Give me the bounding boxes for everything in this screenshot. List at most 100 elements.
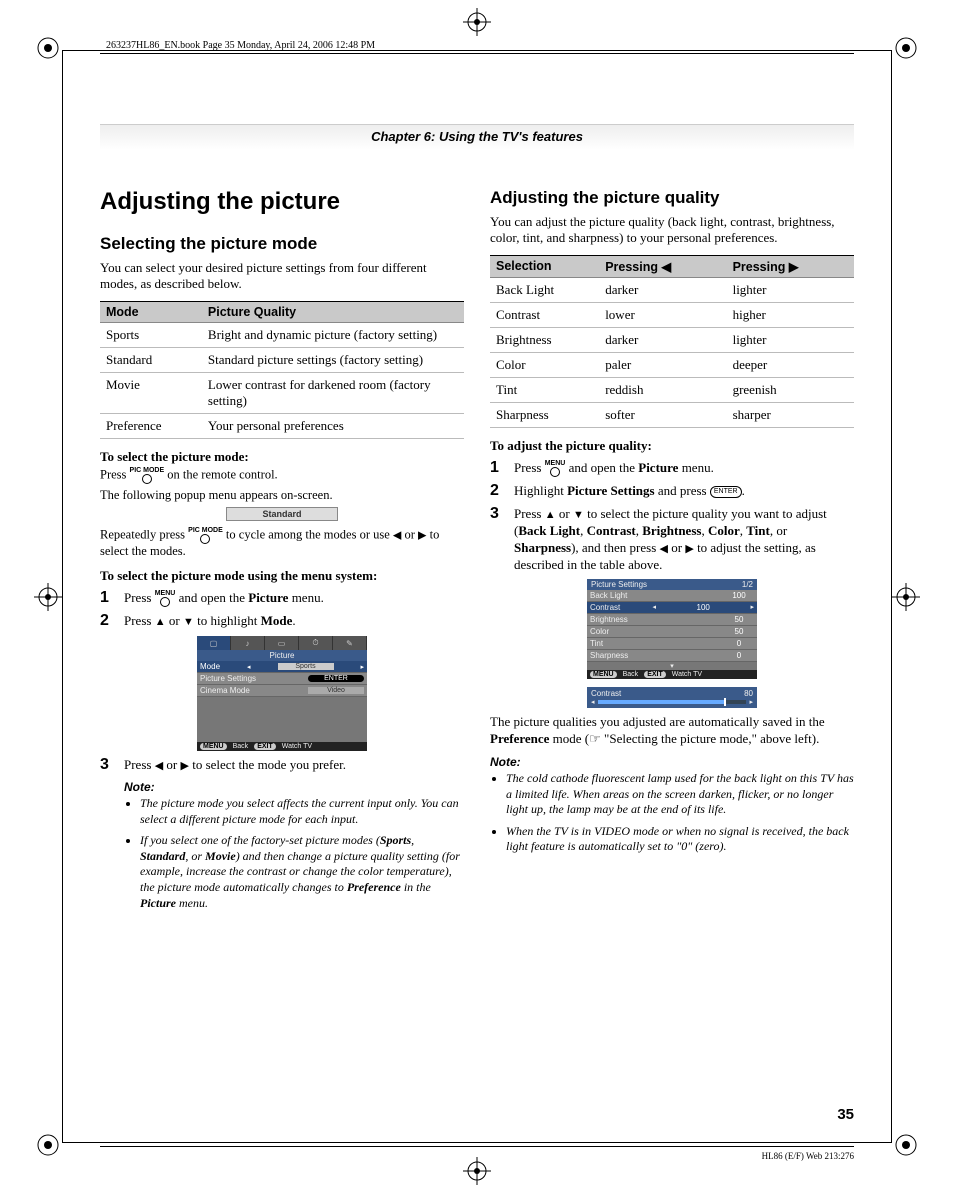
picmode-button-icon: PIC MODE	[188, 527, 223, 544]
reg-mark-icon	[892, 1131, 920, 1159]
page-number: 35	[837, 1106, 854, 1123]
reg-mark-icon	[34, 34, 62, 62]
q-th-right: Pressing ▶	[727, 255, 854, 277]
osd-row: Brightness50	[587, 614, 757, 626]
down-arrow-icon: ▼	[183, 616, 194, 628]
osd-row-settings: Picture SettingsENTER	[197, 673, 367, 685]
table-row: Colorpalerdeeper	[490, 352, 854, 377]
left-column: Adjusting the picture Selecting the pict…	[100, 180, 464, 917]
crosshair-icon	[463, 8, 491, 36]
to-adjust-head: To adjust the picture quality:	[490, 438, 854, 454]
mode-th-mode: Mode	[100, 301, 202, 322]
step-2: Highlight Picture Settings and press ENT…	[490, 483, 854, 500]
down-arrow-icon: ▼	[573, 509, 584, 521]
tab-icon: ⏱	[299, 636, 333, 650]
bottom-rule	[100, 1146, 854, 1147]
step-1: Press MENU and open the Picture menu.	[100, 590, 464, 608]
table-row: Sharpnesssoftersharper	[490, 402, 854, 427]
osd-row-mode: Mode◂Sports▸	[197, 661, 367, 673]
osd-row: Color50	[587, 626, 757, 638]
mode-table: Mode Picture Quality SportsBright and dy…	[100, 301, 464, 439]
q-th-sel: Selection	[490, 255, 599, 277]
osd-row: Back Light100	[587, 590, 757, 602]
chapter-title: Chapter 6: Using the TV's features	[100, 124, 854, 150]
note-head: Note:	[124, 780, 464, 794]
right-arrow-icon: ▶	[418, 530, 426, 542]
reg-mark-icon	[892, 34, 920, 62]
step-3: Press ▲ or ▼ to select the picture quali…	[490, 506, 854, 574]
tab-icon: ♪	[231, 636, 265, 650]
osd-title: Picture	[197, 650, 367, 661]
crosshair-icon	[892, 583, 920, 611]
note-item: If you select one of the factory-set pic…	[140, 833, 464, 911]
osd-slider: Contrast80 ◂▸	[587, 687, 757, 708]
footer-code: HL86 (E/F) Web 213:276	[762, 1151, 854, 1161]
osd-footer: MENUBack EXITWatch TV	[197, 742, 367, 751]
osd-row: Tint0	[587, 638, 757, 650]
table-row: Tintreddishgreenish	[490, 377, 854, 402]
note-item: The picture mode you select affects the …	[140, 796, 464, 827]
table-row: Brightnessdarkerlighter	[490, 327, 854, 352]
repeat-press-line: Repeatedly press PIC MODE to cycle among…	[100, 527, 464, 560]
tab-icon: ▭	[265, 636, 299, 650]
popup-line: The following popup menu appears on-scre…	[100, 488, 464, 504]
table-row: StandardStandard picture settings (facto…	[100, 347, 464, 372]
crosshair-icon	[34, 583, 62, 611]
to-select-mode-head: To select the picture mode:	[100, 449, 464, 465]
right-column: Adjusting the picture quality You can ad…	[490, 180, 854, 917]
step-3: Press ◀ or ▶ to select the mode you pref…	[100, 757, 464, 774]
note-head: Note:	[490, 755, 854, 769]
heading-adjust-quality: Adjusting the picture quality	[490, 188, 854, 208]
menu-button-icon: MENU	[545, 460, 566, 477]
table-row: Back Lightdarkerlighter	[490, 277, 854, 302]
up-arrow-icon: ▲	[545, 509, 556, 521]
top-rule	[100, 53, 854, 54]
menu-system-head: To select the picture mode using the men…	[100, 568, 464, 584]
note-item: When the TV is in VIDEO mode or when no …	[506, 824, 854, 855]
note-list: The picture mode you select affects the …	[124, 796, 464, 911]
tab-picture-icon: ▢	[197, 636, 231, 650]
intro-text: You can select your desired picture sett…	[100, 260, 464, 293]
right-arrow-icon: ▶	[181, 760, 189, 772]
tab-icon: ✎	[333, 636, 367, 650]
build-header: 263237HL86_EN.book Page 35 Monday, April…	[106, 40, 884, 51]
menu-button-icon: MENU	[155, 590, 176, 607]
left-arrow-icon: ◀	[393, 530, 401, 542]
heading-adjusting-picture: Adjusting the picture	[100, 188, 464, 216]
left-arrow-icon: ◀	[660, 543, 668, 555]
page: 263237HL86_EN.book Page 35 Monday, April…	[0, 0, 954, 1193]
osd-row: Contrast◂100▸	[587, 602, 757, 614]
osd-picture-settings: Picture Settings1/2 Back Light100 Contra…	[587, 579, 757, 708]
left-arrow-icon: ◀	[155, 760, 163, 772]
table-row: Contrastlowerhigher	[490, 302, 854, 327]
note-item: The cold cathode fluorescent lamp used f…	[506, 771, 854, 818]
enter-button-icon: ENTER	[710, 486, 742, 497]
quality-table: Selection Pressing ◀ Pressing ▶ Back Lig…	[490, 255, 854, 428]
osd-picture-menu: ▢ ♪ ▭ ⏱ ✎ Picture Mode◂Sports▸ Picture S…	[197, 636, 367, 751]
steps-list-cont: Press ◀ or ▶ to select the mode you pref…	[100, 757, 464, 774]
osd-row: Sharpness0	[587, 650, 757, 662]
table-row: PreferenceYour personal preferences	[100, 413, 464, 438]
osd-footer: MENUBack EXITWatch TV	[587, 670, 757, 679]
mode-th-quality: Picture Quality	[202, 301, 464, 322]
autosave-text: The picture qualities you adjusted are a…	[490, 714, 854, 747]
press-picmode-line: Press PIC MODE on the remote control.	[100, 467, 464, 484]
right-arrow-icon: ▶	[685, 543, 693, 555]
crosshair-icon	[463, 1157, 491, 1185]
up-arrow-icon: ▲	[155, 616, 166, 628]
heading-selecting-mode: Selecting the picture mode	[100, 234, 464, 254]
table-row: SportsBright and dynamic picture (factor…	[100, 322, 464, 347]
picmode-button-icon: PIC MODE	[130, 467, 165, 484]
quality-intro: You can adjust the picture quality (back…	[490, 214, 854, 247]
table-row: MovieLower contrast for darkened room (f…	[100, 372, 464, 413]
content-columns: Adjusting the picture Selecting the pict…	[100, 180, 854, 917]
quality-steps: Press MENU and open the Picture menu. Hi…	[490, 460, 854, 574]
step-2: Press ▲ or ▼ to highlight Mode.	[100, 613, 464, 630]
steps-list: Press MENU and open the Picture menu. Pr…	[100, 590, 464, 630]
reg-mark-icon	[34, 1131, 62, 1159]
note-list: The cold cathode fluorescent lamp used f…	[490, 771, 854, 855]
step-1: Press MENU and open the Picture menu.	[490, 460, 854, 478]
osd-row-cinema: Cinema ModeVideo	[197, 685, 367, 697]
popup-standard: Standard	[226, 507, 338, 521]
q-th-left: Pressing ◀	[599, 255, 726, 277]
